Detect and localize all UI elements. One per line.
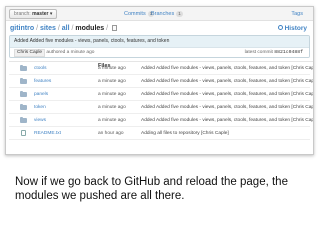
- table-row[interactable]: README.txt an hour ago Adding all files …: [9, 127, 310, 140]
- clock-icon: [277, 25, 283, 30]
- repo-toolbar: branch: master ▾ Files Commits 1 Branches…: [6, 7, 313, 69]
- github-screenshot: branch: master ▾ Files Commits 1 Branches…: [5, 6, 314, 155]
- tab-branches-label: Branches: [151, 11, 175, 17]
- file-list: ctools a minute ago Added Added five mod…: [9, 61, 313, 140]
- tab-commits[interactable]: Commits 1: [124, 10, 155, 18]
- file-commit-message[interactable]: Added Added five modules - views, panels…: [141, 75, 313, 88]
- breadcrumb-separator: /: [106, 25, 109, 32]
- table-row[interactable]: features a minute ago Added Added five m…: [9, 75, 313, 88]
- file-name[interactable]: ctools: [34, 62, 47, 75]
- commit-message[interactable]: Added Added five modules - views, panels…: [10, 36, 309, 47]
- branch-value: master: [32, 11, 49, 17]
- latest-commit-label: latest commit: [244, 50, 273, 55]
- branch-label: branch:: [14, 11, 31, 17]
- table-row[interactable]: views a minute ago Added Added five modu…: [9, 114, 313, 127]
- latest-commit: latest commit 8821c0488f: [244, 48, 303, 57]
- file-age: an hour ago: [98, 131, 124, 136]
- slide-caption: Now if we go back to GitHub and reload t…: [15, 176, 288, 202]
- table-row[interactable]: token a minute ago Added Added five modu…: [9, 101, 313, 114]
- branches-count-badge: 1: [176, 11, 183, 17]
- table-row[interactable]: panels a minute ago Added Added five mod…: [9, 88, 313, 101]
- chevron-down-icon: ▾: [49, 11, 53, 17]
- commit-authored-text: authored a minute ago: [46, 50, 95, 55]
- tab-tags[interactable]: Tags: [291, 10, 303, 18]
- folder-icon: [20, 91, 27, 97]
- file-age: a minute ago: [98, 79, 126, 84]
- tab-branches[interactable]: Branches 1: [151, 10, 183, 18]
- folder-icon: [20, 78, 27, 84]
- folder-icon: [20, 117, 27, 123]
- file-age: a minute ago: [98, 118, 126, 123]
- file-name[interactable]: panels: [34, 88, 48, 101]
- history-link[interactable]: History: [277, 24, 307, 33]
- file-name[interactable]: features: [34, 75, 51, 88]
- folder-icon: [20, 104, 27, 110]
- file-age: a minute ago: [98, 92, 126, 97]
- file-name[interactable]: README.txt: [34, 127, 61, 140]
- folder-icon: [20, 65, 27, 71]
- commit-author[interactable]: Chris Caple: [14, 49, 46, 57]
- file-name[interactable]: token: [34, 101, 46, 114]
- commit-meta: Chris Caple authored a minute ago latest…: [10, 47, 309, 57]
- breadcrumb-current: modules: [75, 25, 105, 32]
- commit-sha[interactable]: 8821c0488f: [274, 50, 303, 55]
- breadcrumb-repo[interactable]: gitintro: [10, 25, 34, 32]
- file-age: a minute ago: [98, 66, 126, 71]
- file-icon: [21, 130, 26, 136]
- history-label: History: [284, 25, 307, 32]
- table-row[interactable]: ctools a minute ago Added Added five mod…: [9, 62, 313, 75]
- breadcrumb-sites[interactable]: sites: [40, 25, 56, 32]
- file-age: a minute ago: [98, 105, 126, 110]
- file-commit-message[interactable]: Added Added five modules - views, panels…: [141, 101, 313, 114]
- branch-selector[interactable]: branch: master ▾: [9, 9, 58, 19]
- file-commit-message[interactable]: Added Added five modules - views, panels…: [141, 114, 313, 127]
- breadcrumb: gitintro / sites / all / modules /: [10, 24, 118, 33]
- breadcrumb-all[interactable]: all: [62, 25, 70, 32]
- new-file-icon[interactable]: [112, 25, 118, 31]
- latest-commit-box: Added Added five modules - views, panels…: [9, 35, 310, 58]
- file-commit-message[interactable]: Added Added five modules - views, panels…: [141, 88, 313, 101]
- file-commit-message[interactable]: Adding all files to repository [Chris Ca…: [141, 127, 229, 140]
- file-name[interactable]: views: [34, 114, 46, 127]
- file-commit-message[interactable]: Added Added five modules - views, panels…: [141, 62, 313, 75]
- tab-commits-label: Commits: [124, 11, 146, 17]
